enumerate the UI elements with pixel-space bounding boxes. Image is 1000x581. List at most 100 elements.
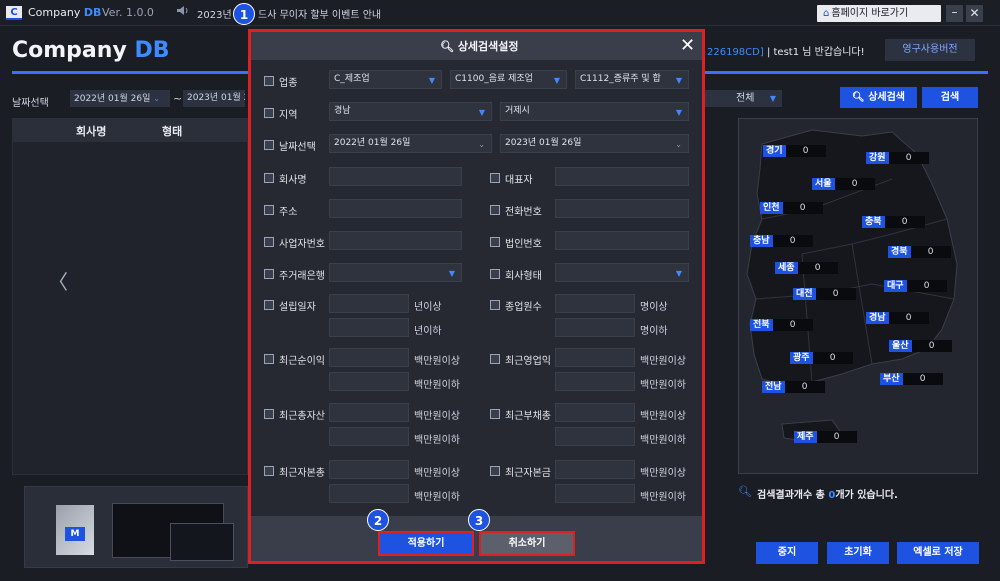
date-checkbox[interactable] <box>264 140 274 150</box>
region-chungbuk[interactable]: 충북 0 <box>862 216 925 228</box>
region-incheon[interactable]: 인천 0 <box>760 202 823 214</box>
industry-checkbox[interactable] <box>264 76 274 86</box>
bank-checkbox[interactable] <box>264 269 274 279</box>
founded-checkbox[interactable] <box>264 300 274 310</box>
ceo-checkbox[interactable] <box>490 173 500 183</box>
capital-min-input[interactable] <box>555 460 635 479</box>
region-gyeongnam[interactable]: 경남 0 <box>866 312 929 324</box>
company-type-checkbox[interactable] <box>490 269 500 279</box>
region-sejong[interactable]: 세종 0 <box>775 262 838 274</box>
window-close-button[interactable]: ✕ <box>966 5 983 22</box>
cancel-button[interactable]: 취소하기 <box>479 531 575 556</box>
address-input[interactable] <box>329 199 462 218</box>
ceo-input[interactable] <box>555 167 689 186</box>
region-checkbox[interactable] <box>264 108 274 118</box>
apply-button[interactable]: 적용하기 <box>378 531 474 556</box>
employees-checkbox[interactable] <box>490 300 500 310</box>
op-income-max-input[interactable] <box>555 372 635 391</box>
total-equity-max-unit: 백만원이하 <box>414 492 460 503</box>
region-gangwon[interactable]: 강원 0 <box>866 152 929 164</box>
scope-select[interactable]: 전체 ▼ <box>700 90 782 107</box>
region-chungnam[interactable]: 충남 0 <box>750 235 813 247</box>
region-seoul[interactable]: 서울 0 <box>812 178 875 190</box>
advanced-search-button[interactable]: 🔍︎ 상세검색 <box>840 87 917 108</box>
industry-level3-select[interactable]: C1112_증류주 및 합 ▼ <box>575 70 689 89</box>
capital-checkbox[interactable] <box>490 466 500 476</box>
net-income-max-input[interactable] <box>329 372 409 391</box>
region-name: 광주 <box>790 352 813 364</box>
net-income-min-input[interactable] <box>329 348 409 367</box>
minimize-button[interactable]: – <box>946 5 963 22</box>
op-income-checkbox[interactable] <box>490 354 500 364</box>
total-assets-max-input[interactable] <box>329 427 409 446</box>
industry-level2-select[interactable]: C1100_음료 제조업 ▼ <box>450 70 567 89</box>
modal-close-button[interactable]: ✕ <box>680 35 695 56</box>
region-gwangju[interactable]: 광주 0 <box>790 352 853 364</box>
region-gyeongbuk[interactable]: 경북 0 <box>888 246 951 258</box>
employees-max-input[interactable] <box>555 318 635 337</box>
total-debt-label: 최근부채총 <box>505 411 551 422</box>
reset-button[interactable]: 초기화 <box>827 542 889 564</box>
modal-date-from-select[interactable]: 2022년 01월 26일 ⌄ <box>329 134 492 153</box>
company-name-input[interactable] <box>329 167 462 186</box>
total-debt-checkbox[interactable] <box>490 409 500 419</box>
phone-checkbox[interactable] <box>490 205 500 215</box>
business-number-checkbox[interactable] <box>264 237 274 247</box>
region-ulsan[interactable]: 울산 0 <box>889 340 952 352</box>
phone-input[interactable] <box>555 199 689 218</box>
search-button[interactable]: 검색 <box>922 87 978 108</box>
founded-min-input[interactable] <box>329 294 409 313</box>
total-equity-max-input[interactable] <box>329 484 409 503</box>
region-name: 인천 <box>760 202 783 214</box>
date-to-select[interactable]: 2023년 01월 2 <box>183 90 245 107</box>
total-debt-min-input[interactable] <box>555 403 635 422</box>
region-jeonnam[interactable]: 전남 0 <box>762 381 825 393</box>
region-city-select[interactable]: 거제시 ▼ <box>500 102 689 121</box>
total-assets-min-input[interactable] <box>329 403 409 422</box>
region-daegu[interactable]: 대구 0 <box>884 280 947 292</box>
bank-select[interactable]: ▼ <box>329 263 462 282</box>
address-checkbox[interactable] <box>264 205 274 215</box>
corp-number-checkbox[interactable] <box>490 237 500 247</box>
business-number-input[interactable] <box>329 231 462 250</box>
region-daejeon[interactable]: 대전 0 <box>793 288 856 300</box>
homepage-label: 홈페이지 바로가기 <box>831 8 909 19</box>
company-name-checkbox[interactable] <box>264 173 274 183</box>
notice-text-start[interactable]: 2023년 <box>197 6 232 21</box>
chevron-down-icon: ▼ <box>675 108 682 117</box>
region-name: 울산 <box>889 340 912 352</box>
export-excel-button[interactable]: 엑셀로 저장 <box>897 542 979 564</box>
total-assets-checkbox[interactable] <box>264 409 274 419</box>
region-jeju[interactable]: 제주 0 <box>794 431 857 443</box>
region-count: 0 <box>785 145 826 157</box>
region-busan[interactable]: 부산 0 <box>880 373 943 385</box>
region-jeonbuk[interactable]: 전북 0 <box>750 319 813 331</box>
total-debt-max-input[interactable] <box>555 427 635 446</box>
stop-button[interactable]: 중지 <box>756 542 818 564</box>
column-company-name[interactable]: 회사명 <box>76 123 106 139</box>
net-income-checkbox[interactable] <box>264 354 274 364</box>
region-count: 0 <box>815 288 856 300</box>
app-title-name: Company <box>28 6 81 19</box>
total-assets-min-unit: 백만원이상 <box>414 411 460 422</box>
modal-date-to-select[interactable]: 2023년 01월 26일 ⌄ <box>500 134 689 153</box>
industry-level1-select[interactable]: C_제조업 ▼ <box>329 70 442 89</box>
previous-arrow-icon[interactable]: 〈 <box>48 266 68 295</box>
corp-number-input[interactable] <box>555 231 689 250</box>
founded-max-input[interactable] <box>329 318 409 337</box>
op-income-min-input[interactable] <box>555 348 635 367</box>
date-from-select[interactable]: 2022년 01월 26일 ⌄ <box>70 90 170 107</box>
capital-max-input[interactable] <box>555 484 635 503</box>
notice-text-end[interactable]: 드사 무이자 할부 이벤트 안내 <box>258 6 381 21</box>
region-province-select[interactable]: 경남 ▼ <box>329 102 492 121</box>
total-equity-checkbox[interactable] <box>264 466 274 476</box>
region-gyeonggi[interactable]: 경기 0 <box>763 145 826 157</box>
region-count: 0 <box>772 235 813 247</box>
permanent-version-button[interactable]: 영구사용버전 <box>885 39 975 61</box>
region-count: 0 <box>888 312 929 324</box>
company-type-select[interactable]: ▼ <box>555 263 689 282</box>
homepage-button[interactable]: ⌂ 홈페이지 바로가기 <box>817 5 941 22</box>
column-type[interactable]: 형태 <box>162 123 182 139</box>
total-equity-min-input[interactable] <box>329 460 409 479</box>
employees-min-input[interactable] <box>555 294 635 313</box>
